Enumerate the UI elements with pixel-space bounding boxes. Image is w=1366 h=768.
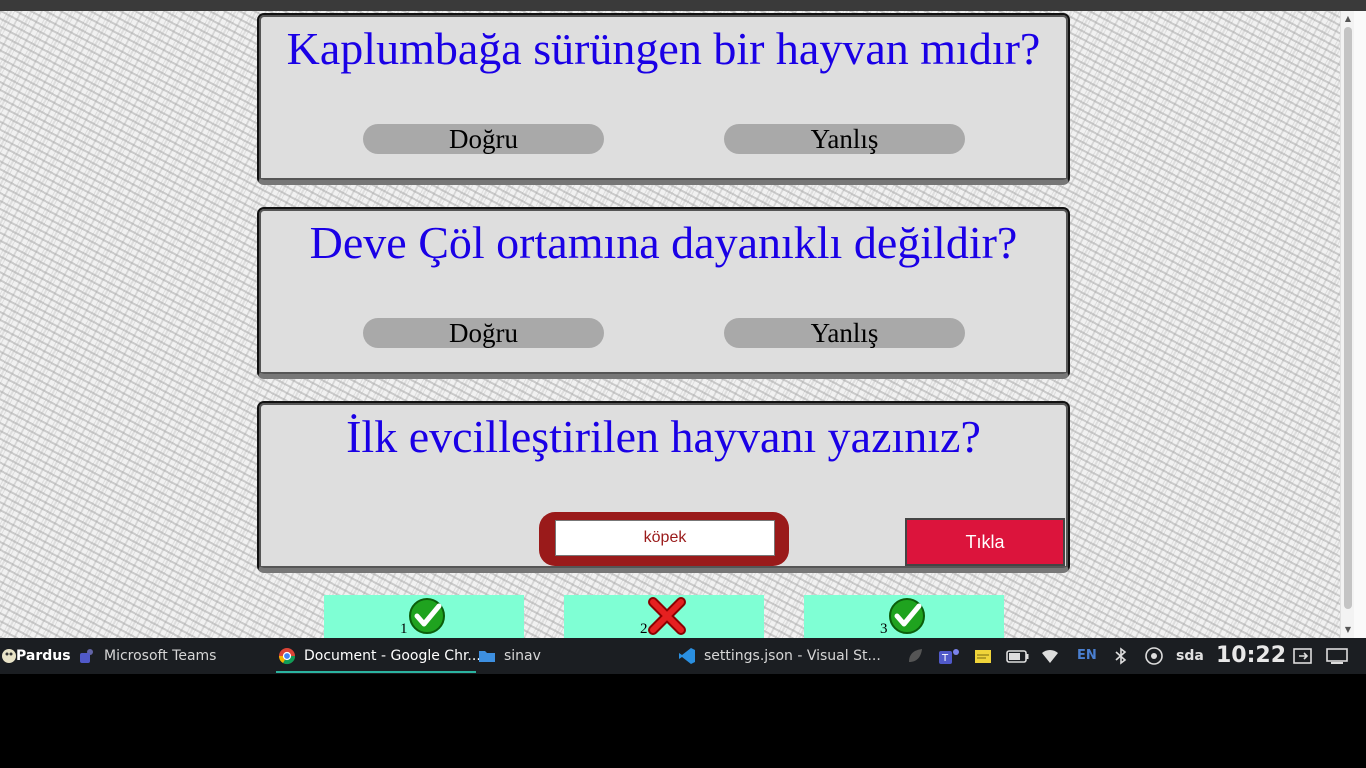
result-box-3: 3 <box>804 595 1004 638</box>
answer-input[interactable] <box>555 520 775 556</box>
browser-top-edge <box>0 0 1366 11</box>
check-icon <box>889 598 925 634</box>
true-button[interactable]: Doğru <box>363 318 604 348</box>
clock[interactable]: 10:22 <box>1216 638 1286 674</box>
cross-icon <box>648 597 686 635</box>
vscode-icon <box>679 648 695 664</box>
result-box-1: 1 <box>324 595 524 638</box>
teams-tray-icon[interactable]: T <box>938 647 962 665</box>
taskbar-item-label: settings.json - Visual St... <box>704 648 881 664</box>
true-button[interactable]: Doğru <box>363 124 604 154</box>
result-number: 3 <box>880 621 888 637</box>
battery-icon[interactable] <box>1006 647 1030 665</box>
start-label: Pardus <box>16 648 71 664</box>
teams-icon <box>80 649 93 663</box>
page-viewport: Kaplumbağa sürüngen bir hayvan mıdır? Do… <box>0 11 1340 638</box>
check-icon <box>409 598 445 634</box>
show-desktop-icon[interactable] <box>1326 647 1348 665</box>
taskbar: Pardus Microsoft Teams Document - Google… <box>0 638 1366 674</box>
disc-icon[interactable] <box>1145 647 1163 665</box>
window-edge <box>1354 11 1366 638</box>
answer-input-frame <box>539 512 789 566</box>
submit-button[interactable]: Tıkla <box>905 518 1065 566</box>
taskbar-item-label: Microsoft Teams <box>104 648 217 664</box>
folder-icon <box>479 651 495 662</box>
notes-icon[interactable] <box>974 647 992 665</box>
result-number: 1 <box>400 621 408 637</box>
scroll-down-icon[interactable]: ▼ <box>1341 623 1355 637</box>
question-card-1: Kaplumbağa sürüngen bir hayvan mıdır? Do… <box>257 13 1070 185</box>
keyboard-layout[interactable]: EN <box>1077 638 1097 674</box>
active-indicator <box>276 671 476 673</box>
taskbar-item-label: sinav <box>504 648 541 664</box>
question-card-3: İlk evcilleştirilen hayvanı yazınız? Tık… <box>257 401 1070 573</box>
wifi-icon[interactable] <box>1041 647 1059 665</box>
svg-text:T: T <box>941 653 949 664</box>
question-card-2: Deve Çöl ortamına dayanıklı değildir? Do… <box>257 207 1070 379</box>
question-text: Deve Çöl ortamına dayanıklı değildir? <box>309 217 1018 268</box>
logout-icon[interactable] <box>1293 647 1313 665</box>
vertical-scrollbar[interactable]: ▲ ▼ <box>1340 11 1354 638</box>
drive-label[interactable]: sda <box>1176 638 1204 674</box>
chrome-icon <box>278 648 296 665</box>
taskbar-item-label: Document - Google Chr... <box>304 648 481 664</box>
false-button[interactable]: Yanlış <box>724 124 965 154</box>
result-number: 2 <box>640 621 648 637</box>
question-text: İlk evcilleştirilen hayvanı yazınız? <box>346 411 981 462</box>
false-button[interactable]: Yanlış <box>724 318 965 348</box>
result-box-2: 2 <box>564 595 764 638</box>
scroll-thumb[interactable] <box>1344 27 1352 609</box>
scroll-up-icon[interactable]: ▲ <box>1341 12 1355 26</box>
bluetooth-icon[interactable] <box>1112 647 1130 665</box>
question-text: Kaplumbağa sürüngen bir hayvan mıdır? <box>286 23 1041 74</box>
leaf-icon[interactable] <box>906 647 924 665</box>
